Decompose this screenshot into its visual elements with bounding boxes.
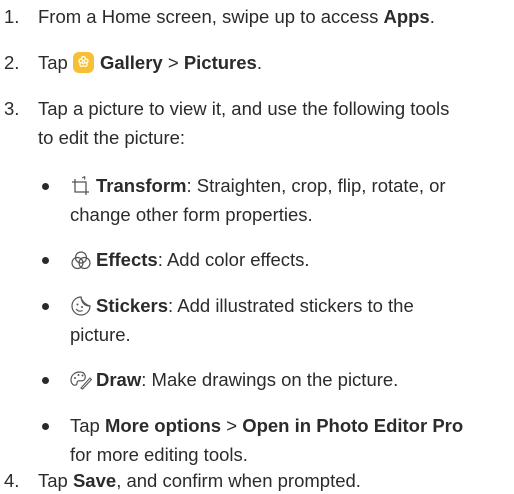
step-1-text: From a Home screen, swipe up to access A…: [38, 3, 506, 30]
step-3-line-2: to edit the picture:: [38, 127, 186, 148]
breadcrumb-separator: >: [162, 52, 184, 73]
step-4-text: Tap Save, and confirm when prompted.: [38, 467, 506, 494]
step-4-prefix: Tap: [38, 470, 73, 491]
step-2-prefix: Tap: [38, 52, 73, 73]
bullet: [42, 303, 49, 310]
transform-label: Transform: [96, 175, 187, 196]
gallery-icon: [72, 52, 94, 73]
breadcrumb-separator: >: [221, 415, 243, 436]
tool-stickers-line-2: picture.: [70, 324, 131, 345]
step-number: 2.: [4, 52, 20, 73]
transform-desc: : Straighten, crop, flip, rotate, or: [186, 175, 446, 196]
step-number: 4.: [4, 470, 20, 491]
apps-label: Apps: [383, 6, 430, 27]
tool-draw-line-1: Draw: Make drawings on the picture.: [70, 366, 506, 393]
step-2-suffix: .: [256, 52, 262, 73]
bullet: [42, 183, 49, 190]
effects-icon: [70, 250, 92, 270]
tool-transform-line-1: Transform: Straighten, crop, flip, rotat…: [70, 172, 506, 199]
instructions-page: 1. From a Home screen, swipe up to acces…: [0, 0, 514, 494]
more-options-label: More options: [104, 415, 222, 436]
more-options-line-2: for more editing tools.: [70, 444, 248, 465]
step-2-text: Tap Gallery > Pictures.: [38, 49, 506, 76]
tool-effects-line-1: Effects: Add color effects.: [70, 246, 506, 273]
gallery-label: Gallery: [99, 52, 163, 73]
draw-desc: : Make drawings on the picture.: [141, 369, 399, 390]
step-number: 1.: [4, 6, 20, 27]
tool-transform-line-2: change other form properties.: [70, 204, 313, 225]
draw-label: Draw: [96, 369, 142, 390]
save-label: Save: [72, 470, 117, 491]
stickers-icon: [70, 296, 92, 316]
bullet: [42, 377, 49, 384]
step-number: 3.: [4, 98, 20, 119]
photo-editor-pro-label: Open in Photo Editor Pro: [242, 415, 464, 436]
tool-stickers-line-1: Stickers: Add illustrated stickers to th…: [70, 292, 506, 319]
stickers-desc: : Add illustrated stickers to the: [168, 295, 414, 316]
step-3-line-1: Tap a picture to view it, and use the fo…: [38, 98, 450, 119]
step-1-suffix: .: [429, 6, 435, 27]
more-options-prefix: Tap: [70, 415, 105, 436]
bullet: [42, 423, 49, 430]
effects-desc: : Add color effects.: [157, 249, 310, 270]
step-1-prefix: From a Home screen, swipe up to access: [38, 6, 384, 27]
effects-label: Effects: [96, 249, 158, 270]
bullet: [42, 257, 49, 264]
more-options-line-1: Tap More options > Open in Photo Editor …: [70, 412, 506, 439]
draw-icon: [70, 370, 92, 390]
pictures-label: Pictures: [183, 52, 257, 73]
transform-icon: [70, 176, 92, 196]
step-4-suffix: , and confirm when prompted.: [116, 470, 361, 491]
stickers-label: Stickers: [96, 295, 168, 316]
